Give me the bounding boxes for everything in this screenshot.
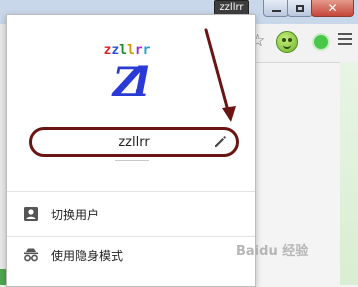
profile-name: zzllrr [118,134,150,150]
green-face-extension-icon[interactable] [276,31,298,53]
switch-user-label: 切换用户 [51,207,100,222]
avatar-letter: l [119,43,127,58]
face-eye-left [282,38,286,42]
watermark: Baidu 经验 [236,244,309,259]
maximize-button[interactable] [287,0,313,17]
minimize-button[interactable] [263,0,289,17]
divider [7,191,255,192]
close-icon: ✕ [327,1,338,15]
pencil-icon[interactable] [212,133,228,149]
page-background-edge [340,62,358,285]
menu-bar [338,43,352,45]
name-underline [115,160,149,161]
profile-avatar[interactable]: zzllrr Zl [95,43,159,107]
avatar-letters: zzllrr [95,43,159,58]
incognito-label: 使用隐身模式 [51,248,124,263]
avatar-letter: r [142,43,151,58]
menu-bar [338,38,352,40]
incognito-item[interactable]: 使用隐身模式 [7,237,255,273]
profile-name-field[interactable]: zzllrr [29,127,239,157]
maximize-icon [296,4,304,12]
minimize-icon [271,10,281,12]
hamburger-menu-icon[interactable] [338,33,352,48]
person-badge-icon [24,207,38,221]
switch-user-item[interactable]: 切换用户 [7,196,255,232]
incognito-icon [24,248,38,262]
close-button[interactable]: ✕ [311,0,354,17]
green-dot-extension-icon[interactable] [312,33,330,51]
avatar-letter: z [111,43,120,58]
avatar-letter: l [127,43,135,58]
avatar-letter: r [134,43,143,58]
face-mouth [283,44,291,49]
face-eye-right [288,38,292,42]
avatar-logo: Zl [112,59,149,106]
profile-popup: zzllrr Zl zzllrr 切换用户 使用隐身模式 [6,14,256,287]
menu-bar [338,33,352,35]
